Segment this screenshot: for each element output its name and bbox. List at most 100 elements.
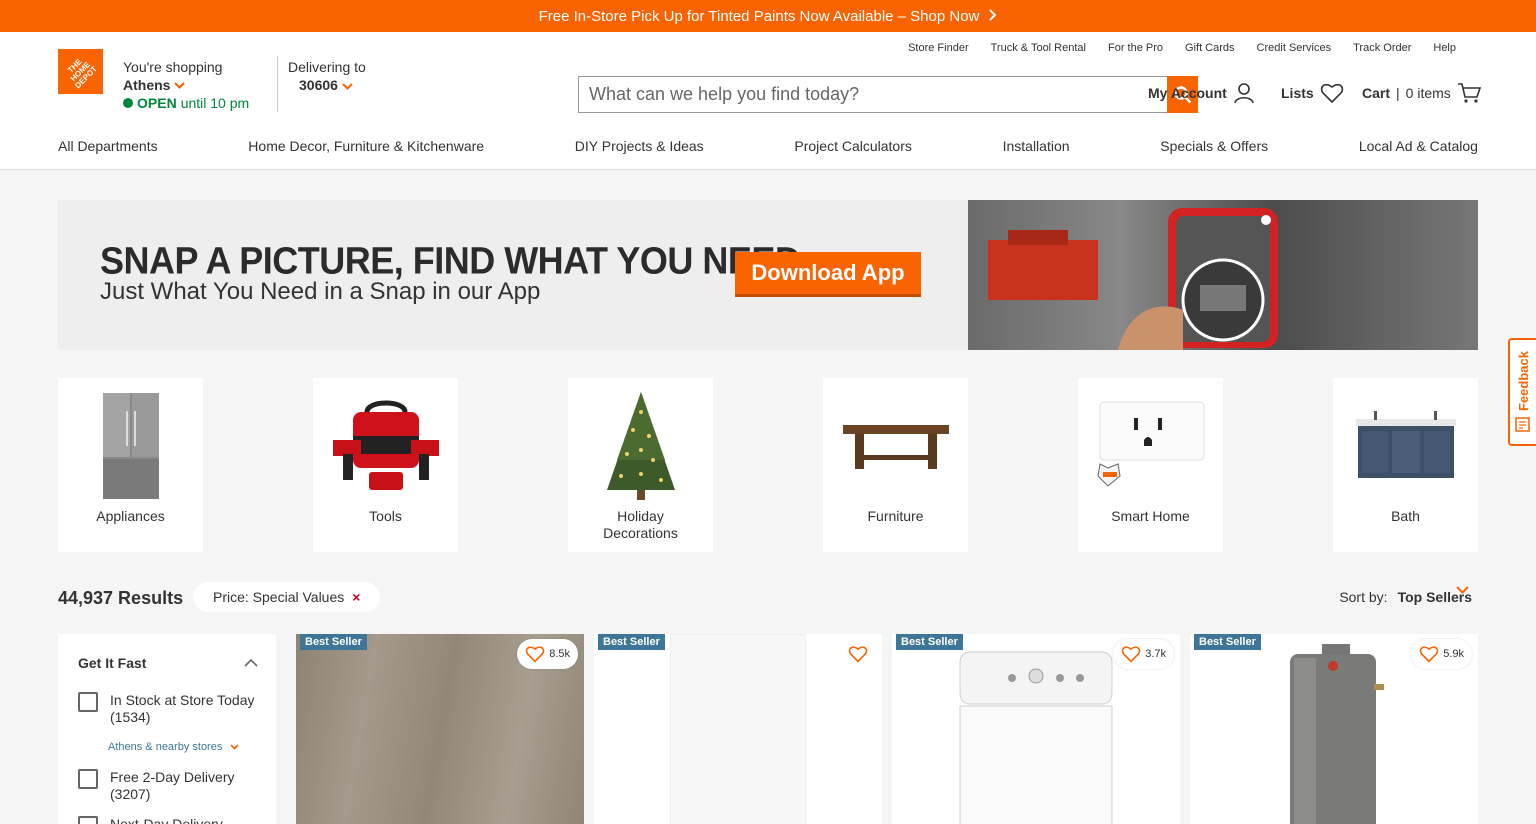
link-for-the-pro[interactable]: For the Pro — [1108, 42, 1163, 54]
store-selector[interactable]: You're shopping Athens OPEN until 10 pm — [123, 58, 249, 112]
search-bar — [578, 76, 1198, 113]
download-app-button[interactable]: Download App — [735, 252, 921, 297]
link-help[interactable]: Help — [1433, 42, 1456, 54]
best-seller-badge: Best Seller — [1194, 634, 1261, 650]
hero-subtitle: Just What You Need in a Snap in our App — [100, 278, 541, 305]
product-card[interactable]: Best Seller 5.9k — [1190, 634, 1478, 824]
table-image — [841, 390, 951, 502]
user-icon — [1234, 83, 1254, 104]
filter-chip[interactable]: Price: Special Values × — [193, 582, 381, 612]
water-heater-product-image — [1286, 644, 1386, 824]
favorite-button[interactable] — [840, 639, 876, 669]
category-tools[interactable]: Tools — [313, 378, 458, 552]
vanity-image — [1351, 390, 1461, 502]
cart-separator: | — [1396, 85, 1400, 101]
product-card[interactable]: Best Seller 8.5k — [296, 634, 584, 824]
chevron-down-icon[interactable] — [1456, 582, 1469, 597]
favorite-count: 5.9k — [1443, 648, 1464, 660]
link-truck-tool-rental[interactable]: Truck & Tool Rental — [991, 42, 1086, 54]
facet-option-label: Next-Day Delivery — [110, 816, 223, 824]
best-seller-badge: Best Seller — [896, 634, 963, 650]
chevron-down-icon — [230, 744, 239, 750]
nearby-stores-toggle[interactable]: Athens & nearby stores — [108, 741, 239, 753]
freezer-product-image — [670, 634, 806, 824]
washer-product-image — [956, 648, 1116, 824]
favorite-count: 8.5k — [549, 648, 570, 660]
feedback-icon — [1515, 417, 1530, 432]
facet-option-in-stock[interactable]: In Stock at Store Today (1534) — [78, 692, 255, 726]
lists-label: Lists — [1281, 85, 1314, 101]
category-smart-home[interactable]: Smart Home — [1078, 378, 1223, 552]
my-account-button[interactable]: My Account — [1148, 82, 1255, 104]
store-status: OPEN — [137, 95, 177, 111]
utility-links: Store Finder Truck & Tool Rental For the… — [908, 42, 1456, 54]
nav-installation[interactable]: Installation — [1003, 138, 1070, 154]
product-card[interactable]: Best Seller — [594, 634, 882, 824]
facet-option-label: Free 2-Day Delivery — [110, 769, 235, 785]
feedback-tab[interactable]: Feedback — [1508, 338, 1536, 446]
store-prefix: You're shopping — [123, 59, 223, 75]
cart-label: Cart — [1362, 85, 1391, 101]
nav-local-ad-catalog[interactable]: Local Ad & Catalog — [1359, 138, 1478, 154]
heart-icon — [525, 646, 545, 663]
heart-icon — [848, 646, 868, 663]
nav-diy-projects[interactable]: DIY Projects & Ideas — [575, 138, 704, 154]
open-status-dot-icon — [123, 98, 133, 108]
link-credit-services[interactable]: Credit Services — [1257, 42, 1332, 54]
heart-icon — [1419, 646, 1439, 663]
best-seller-badge: Best Seller — [598, 634, 665, 650]
home-depot-logo[interactable]: THE HOME DEPOT — [58, 49, 103, 94]
product-card[interactable]: Best Seller 3.7k — [892, 634, 1180, 824]
chevron-up-icon[interactable] — [244, 654, 258, 672]
checkbox[interactable] — [78, 769, 98, 789]
hero-banner[interactable]: SNAP A PICTURE, FIND WHAT YOU NEED Just … — [58, 200, 1478, 350]
facet-option-2-day[interactable]: Free 2-Day Delivery (3207) — [78, 769, 234, 803]
facet-option-count: (1534) — [110, 709, 151, 725]
header-divider — [277, 56, 278, 112]
christmas-tree-image — [586, 390, 696, 502]
refrigerator-image — [76, 390, 186, 502]
chevron-down-icon — [174, 76, 186, 94]
lists-button[interactable]: Lists — [1281, 82, 1344, 104]
favorite-button[interactable]: 3.7k — [1113, 639, 1174, 669]
link-track-order[interactable]: Track Order — [1353, 42, 1411, 54]
hero-title: SNAP A PICTURE, FIND WHAT YOU NEED — [100, 238, 801, 282]
checkbox[interactable] — [78, 692, 98, 712]
cart-button[interactable]: Cart | 0 items — [1362, 82, 1481, 104]
delivery-label: Delivering to — [288, 59, 366, 75]
nav-all-departments[interactable]: All Departments — [58, 138, 158, 154]
category-appliances[interactable]: Appliances — [58, 378, 203, 552]
facet-option-count: (3207) — [110, 786, 151, 802]
link-store-finder[interactable]: Store Finder — [908, 42, 969, 54]
favorite-button[interactable]: 5.9k — [1411, 639, 1472, 669]
heart-icon — [1320, 83, 1343, 104]
link-gift-cards[interactable]: Gift Cards — [1185, 42, 1235, 54]
sort-selector[interactable]: Sort by: Top Sellers — [1339, 589, 1472, 605]
delivery-zip: 30606 — [299, 77, 338, 93]
chevron-right-icon — [989, 8, 997, 24]
promo-banner[interactable]: Free In-Store Pick Up for Tinted Paints … — [0, 0, 1536, 32]
feedback-label: Feedback — [1515, 351, 1531, 411]
delivery-zip-selector[interactable]: Delivering to 30606 — [288, 58, 366, 94]
search-input[interactable] — [579, 77, 1167, 112]
cart-count: 0 items — [1405, 85, 1451, 101]
sort-label: Sort by: — [1339, 589, 1388, 605]
category-label: Smart Home — [1111, 508, 1190, 524]
nav-specials-offers[interactable]: Specials & Offers — [1160, 138, 1268, 154]
filter-panel: Get It Fast In Stock at Store Today (1534… — [58, 634, 276, 824]
category-label: Bath — [1391, 508, 1420, 524]
category-furniture[interactable]: Furniture — [823, 378, 968, 552]
filter-chip-label: Price: Special Values — [213, 589, 345, 605]
nav-project-calculators[interactable]: Project Calculators — [794, 138, 912, 154]
nearby-stores-label: Athens & nearby stores — [108, 741, 223, 753]
facet-option-next-day[interactable]: Next-Day Delivery — [78, 816, 223, 824]
category-bath[interactable]: Bath — [1333, 378, 1478, 552]
category-label: Furniture — [867, 508, 924, 524]
promo-text: Free In-Store Pick Up for Tinted Paints … — [538, 7, 980, 25]
facet-option-label: In Stock at Store Today — [110, 692, 255, 708]
close-icon[interactable]: × — [352, 589, 360, 605]
category-holiday-decorations[interactable]: Holiday Decorations — [568, 378, 713, 552]
favorite-button[interactable]: 8.5k — [517, 639, 578, 669]
nav-home-decor[interactable]: Home Decor, Furniture & Kitchenware — [248, 138, 484, 154]
checkbox[interactable] — [78, 816, 98, 824]
